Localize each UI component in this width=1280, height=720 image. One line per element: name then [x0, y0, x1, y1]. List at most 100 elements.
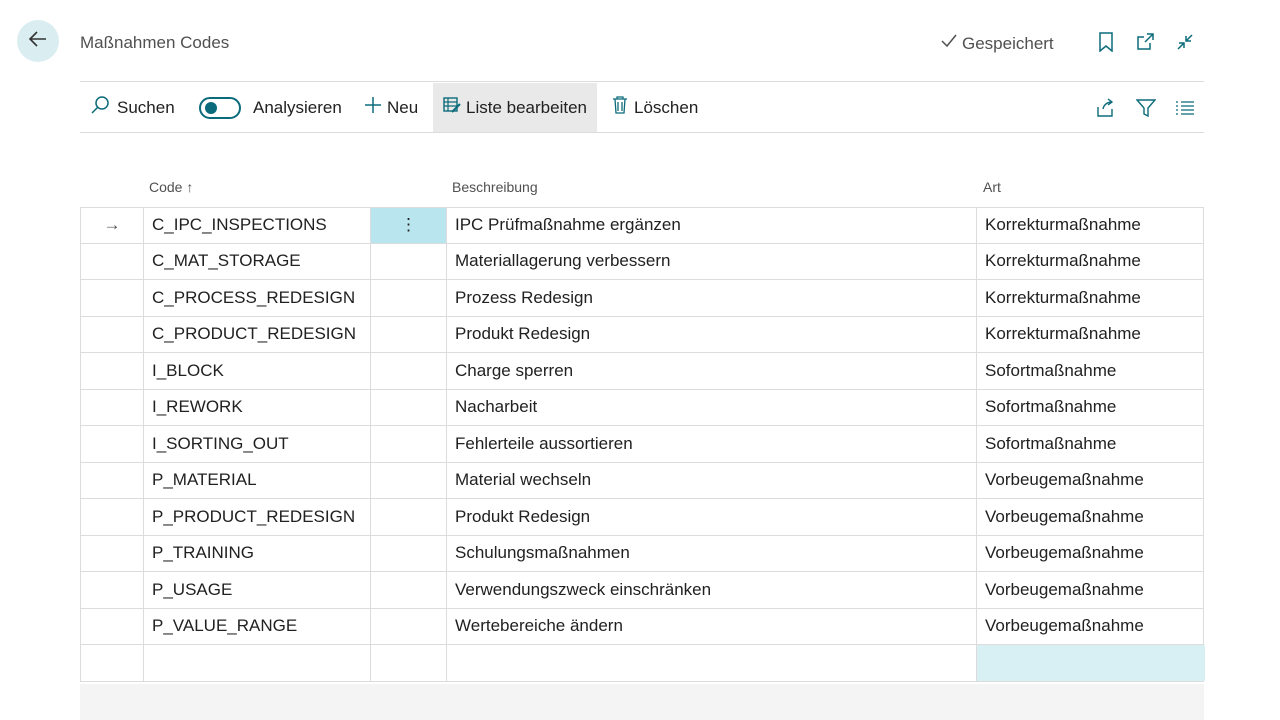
table-row[interactable]: C_PROCESS_REDESIGN Prozess Redesign Korrek…: [81, 280, 1203, 317]
table-row[interactable]: C_PRODUCT_REDESIGN Produkt Redesign Korrek…: [81, 316, 1205, 353]
table-row[interactable]: C_MAT_STORAGE Materiallagerung verbessern…: [81, 243, 1205, 280]
row-indicator-cell: [81, 389, 144, 425]
header-divider: [80, 81, 1204, 82]
type-cell[interactable]: Vorbeugemaßnahme: [977, 463, 1205, 499]
code-cell[interactable]: P_TRAINING: [144, 535, 371, 571]
description-cell[interactable]: [447, 645, 977, 681]
type-cell[interactable]: Vorbeugemaßnahme: [977, 536, 1205, 572]
type-cell[interactable]: Korrekturmaßnahme: [977, 280, 1205, 316]
type-cell[interactable]: Vorbeugemaßnahme: [977, 572, 1205, 608]
table-row[interactable]: I_REWORK Nacharbeit Sofortmaßnahme: [81, 389, 1205, 426]
share-icon[interactable]: [1093, 83, 1117, 132]
list-view-icon[interactable]: [1173, 83, 1197, 132]
bookmark-icon[interactable]: [1095, 31, 1117, 53]
description-cell[interactable]: Fehlerteile aussortieren: [447, 426, 977, 462]
code-cell[interactable]: P_MATERIAL: [144, 462, 371, 498]
description-cell[interactable]: Wertebereiche ändern: [447, 608, 977, 644]
page-title: Maßnahmen Codes: [80, 33, 230, 52]
row-actions-cell[interactable]: [371, 535, 447, 571]
table-row[interactable]: I_SORTING_OUT Fehlerteile aussortieren Sof…: [81, 426, 1203, 463]
row-actions-cell[interactable]: [371, 353, 447, 389]
row-actions-cell[interactable]: [371, 426, 447, 462]
description-cell[interactable]: Produkt Redesign: [447, 316, 977, 352]
code-cell[interactable]: C_PRODUCT_REDESIGN: [144, 316, 371, 352]
row-actions-cell[interactable]: [371, 572, 447, 608]
open-new-window-icon[interactable]: [1134, 31, 1156, 53]
sort-ascending-icon: ↑: [186, 179, 194, 195]
row-actions-cell[interactable]: [371, 608, 447, 644]
data-grid: → C_IPC_INSPECTIONS ⋮ IPC Prüfmaßnahme ergä…: [80, 207, 1205, 682]
table-row[interactable]: P_PRODUCT_REDESIGN Produkt Redesign Vorbeu…: [81, 499, 1203, 536]
table-row[interactable]: I_BLOCK Charge sperren Sofortmaßnahme: [81, 353, 1203, 390]
code-cell[interactable]: C_MAT_STORAGE: [144, 243, 371, 279]
column-header-description[interactable]: Beschreibung: [452, 179, 538, 195]
row-indicator-cell: [81, 499, 144, 535]
description-cell[interactable]: Prozess Redesign: [447, 280, 977, 316]
back-button[interactable]: [17, 20, 59, 62]
toggle-switch[interactable]: [199, 96, 241, 119]
code-cell[interactable]: I_BLOCK: [144, 353, 371, 389]
type-cell[interactable]: Vorbeugemaßnahme: [977, 499, 1205, 535]
code-cell[interactable]: P_VALUE_RANGE: [144, 608, 371, 644]
description-cell[interactable]: IPC Prüfmaßnahme ergänzen: [447, 208, 977, 243]
plus-icon: [364, 96, 382, 119]
collapse-icon[interactable]: [1174, 31, 1196, 53]
column-header-code[interactable]: Code ↑: [149, 179, 193, 195]
row-actions-cell[interactable]: [371, 243, 447, 279]
new-empty-row[interactable]: [81, 645, 1205, 682]
row-indicator-cell: [81, 353, 144, 389]
description-cell[interactable]: Produkt Redesign: [447, 499, 977, 535]
edit-list-button[interactable]: Liste bearbeiten: [433, 83, 597, 132]
type-cell[interactable]: Korrekturmaßnahme: [977, 208, 1205, 243]
description-cell[interactable]: Verwendungszweck einschränken: [447, 572, 977, 608]
type-cell[interactable]: [977, 645, 1205, 681]
code-cell[interactable]: I_SORTING_OUT: [144, 426, 371, 462]
row-actions-cell[interactable]: [371, 389, 447, 425]
type-cell[interactable]: Vorbeugemaßnahme: [977, 609, 1205, 645]
filter-icon[interactable]: [1134, 83, 1158, 132]
description-cell[interactable]: Charge sperren: [447, 353, 977, 389]
code-cell[interactable]: [144, 645, 371, 681]
row-indicator-cell: [81, 645, 144, 681]
column-header-type[interactable]: Art: [983, 179, 1001, 195]
row-actions-cell[interactable]: [371, 462, 447, 498]
row-indicator-cell: [81, 572, 144, 608]
type-cell[interactable]: Sofortmaßnahme: [977, 353, 1205, 389]
description-cell[interactable]: Materiallagerung verbessern: [447, 243, 977, 279]
search-button[interactable]: Suchen: [90, 83, 175, 132]
description-cell[interactable]: Nacharbeit: [447, 389, 977, 425]
description-cell[interactable]: Schulungsmaßnahmen: [447, 535, 977, 571]
code-cell[interactable]: C_PROCESS_REDESIGN: [144, 280, 371, 316]
code-cell[interactable]: I_REWORK: [144, 389, 371, 425]
type-cell[interactable]: Korrekturmaßnahme: [977, 317, 1205, 353]
table-row[interactable]: P_MATERIAL Material wechseln Vorbeugemaßna…: [81, 462, 1205, 499]
row-indicator-cell: [81, 426, 144, 462]
row-actions-cell[interactable]: [371, 645, 447, 681]
row-actions-cell[interactable]: [371, 280, 447, 316]
type-cell[interactable]: Sofortmaßnahme: [977, 426, 1205, 462]
row-actions-cell[interactable]: [371, 316, 447, 352]
code-cell[interactable]: C_IPC_INSPECTIONS: [144, 208, 371, 243]
type-cell[interactable]: Korrekturmaßnahme: [977, 244, 1205, 280]
search-label: Suchen: [117, 97, 175, 117]
back-arrow-icon: [27, 28, 49, 55]
edit-list-label: Liste bearbeiten: [466, 97, 587, 117]
delete-button[interactable]: Löschen: [611, 83, 698, 132]
row-actions-cell[interactable]: [371, 499, 447, 535]
table-row[interactable]: → C_IPC_INSPECTIONS ⋮ IPC Prüfmaßnahme ergä…: [81, 207, 1203, 244]
row-actions-menu-button[interactable]: ⋮: [371, 208, 447, 243]
type-cell[interactable]: Sofortmaßnahme: [977, 390, 1205, 426]
analyze-toggle[interactable]: Analysieren: [199, 83, 342, 132]
code-cell[interactable]: P_USAGE: [144, 572, 371, 608]
row-indicator-cell: [81, 535, 144, 571]
description-cell[interactable]: Material wechseln: [447, 462, 977, 498]
code-cell[interactable]: P_PRODUCT_REDESIGN: [144, 499, 371, 535]
table-row[interactable]: P_VALUE_RANGE Wertebereiche ändern Vorbeug…: [81, 608, 1205, 645]
table-row[interactable]: P_USAGE Verwendungszweck einschränken Vorb…: [81, 572, 1203, 609]
row-indicator-cell: [81, 316, 144, 352]
checkmark-icon: [940, 33, 958, 54]
table-row[interactable]: P_TRAINING Schulungsmaßnahmen Vorbeugemaßn…: [81, 535, 1205, 572]
row-indicator-cell: [81, 608, 144, 644]
new-button[interactable]: Neu: [364, 83, 418, 132]
trash-icon: [611, 95, 629, 120]
